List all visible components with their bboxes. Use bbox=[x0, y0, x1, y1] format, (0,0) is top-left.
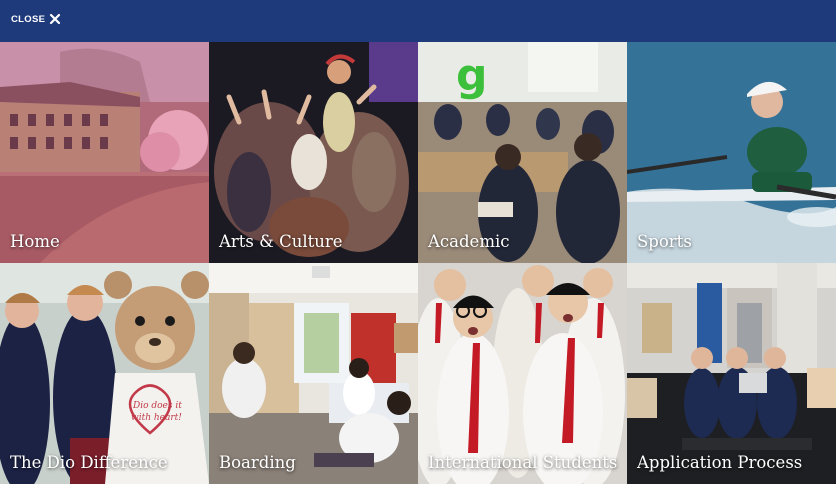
tile-label: Home bbox=[10, 232, 60, 251]
international-students-photo bbox=[418, 263, 627, 484]
boarding-photo bbox=[209, 263, 418, 484]
close-icon bbox=[50, 13, 61, 25]
tile-label: Application Process bbox=[637, 453, 803, 472]
tile-label: The Dio Difference bbox=[10, 453, 168, 472]
arts-photo bbox=[209, 42, 418, 263]
dio-difference-photo: Dio does it with heart! bbox=[0, 263, 209, 484]
tile-label: Academic bbox=[428, 232, 510, 251]
tile-home[interactable]: Home bbox=[0, 42, 209, 263]
tile-label: Sports bbox=[637, 232, 692, 251]
close-button[interactable]: CLOSE bbox=[11, 13, 61, 25]
top-bar: CLOSE bbox=[0, 0, 836, 42]
tile-label: Arts & Culture bbox=[219, 232, 343, 251]
svg-text:Dio does it: Dio does it bbox=[132, 401, 182, 411]
tile-dio-difference[interactable]: Dio does it with heart! The Dio Differen… bbox=[0, 263, 209, 484]
tile-boarding[interactable]: Boarding bbox=[209, 263, 418, 484]
sports-photo bbox=[627, 42, 836, 263]
tile-arts-culture[interactable]: Arts & Culture bbox=[209, 42, 418, 263]
tile-label: International Students bbox=[428, 453, 618, 472]
application-process-photo bbox=[627, 263, 836, 484]
tile-label: Boarding bbox=[219, 453, 296, 472]
tile-application-process[interactable]: Application Process bbox=[627, 263, 836, 484]
tile-academic[interactable]: g Academic bbox=[418, 42, 627, 263]
svg-text:g: g bbox=[456, 50, 488, 101]
tile-international-students[interactable]: International Students bbox=[418, 263, 627, 484]
close-label: CLOSE bbox=[11, 13, 46, 25]
navigation-tile-grid: Home Arts & Culture g Academic Sports Di… bbox=[0, 42, 836, 484]
svg-text:with heart!: with heart! bbox=[131, 413, 182, 423]
home-photo bbox=[0, 42, 209, 263]
tile-sports[interactable]: Sports bbox=[627, 42, 836, 263]
academic-photo: g bbox=[418, 42, 627, 263]
